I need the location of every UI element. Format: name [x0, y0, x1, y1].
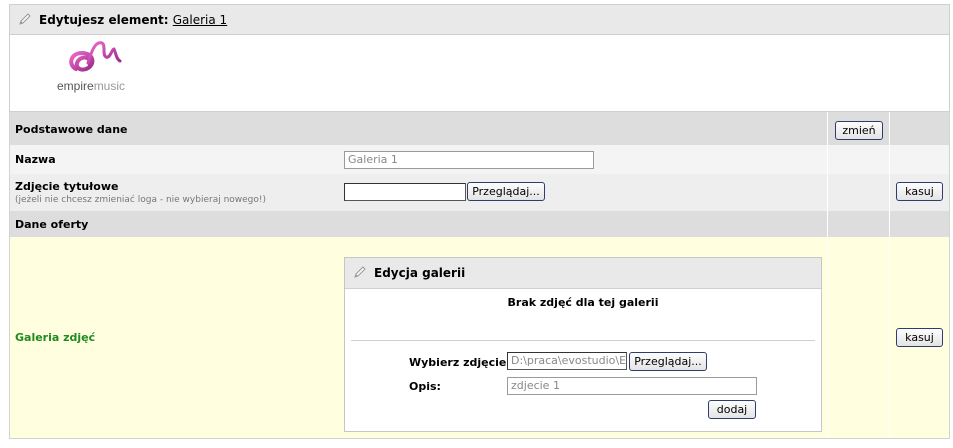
cover-photo-row: Zdjęcie tytułowe (jeżeli nie chcesz zmie… [9, 174, 950, 211]
section-basic-row: Podstawowe dane zmień [9, 111, 950, 145]
title-prefix: Edytujesz element: [39, 13, 169, 27]
gallery-delete-button[interactable]: kasuj [896, 328, 943, 347]
pencil-icon [354, 266, 366, 278]
element-name-link[interactable]: Galeria 1 [173, 13, 227, 27]
description-input[interactable]: zdjecie 1 [507, 377, 757, 395]
logo-area: empiremusic [9, 35, 950, 111]
divider [351, 340, 815, 341]
gallery-panel-header: Edycja galerii [345, 258, 821, 289]
name-row: Nazwa Galeria 1 [9, 145, 950, 174]
section-offer-title: Dane oferty [15, 218, 89, 231]
gallery-edit-panel: Edycja galerii Brak zdjęć dla tej galeri… [344, 257, 822, 432]
logo-wordmark: empiremusic [57, 79, 126, 93]
pencil-icon [19, 13, 31, 25]
gallery-panel-title: Edycja galerii [374, 266, 466, 280]
description-label: Opis: [409, 380, 441, 393]
gallery-label: Galeria zdjęć [15, 331, 96, 344]
cover-browse-button[interactable]: Przeglądaj... [467, 182, 545, 201]
section-basic-title: Podstawowe dane [15, 123, 128, 136]
choose-photo-label: Wybierz zdjęcie: [409, 356, 511, 369]
page-title: Edytujesz element: Galeria 1 [39, 13, 227, 27]
editor-header: Edytujesz element: Galeria 1 [9, 4, 950, 35]
photo-file-input[interactable]: D:\praca\evostudio\Emp [507, 352, 627, 370]
add-photo-button[interactable]: dodaj [708, 400, 756, 419]
photo-browse-button[interactable]: Przeglądaj... [629, 352, 707, 371]
section-offer-row: Dane oferty [9, 211, 950, 237]
cover-photo-label: Zdjęcie tytułowe [15, 180, 119, 193]
cover-delete-button[interactable]: kasuj [896, 182, 943, 201]
empty-gallery-message: Brak zdjęć dla tej galerii [507, 296, 659, 309]
name-label: Nazwa [15, 153, 56, 166]
cover-file-input[interactable] [344, 183, 466, 201]
cover-photo-hint: (jeżeli nie chcesz zmieniać loga - nie w… [15, 195, 267, 205]
name-input[interactable]: Galeria 1 [344, 151, 594, 169]
change-button[interactable]: zmień [835, 121, 883, 140]
empire-music-logo-icon [69, 41, 122, 72]
